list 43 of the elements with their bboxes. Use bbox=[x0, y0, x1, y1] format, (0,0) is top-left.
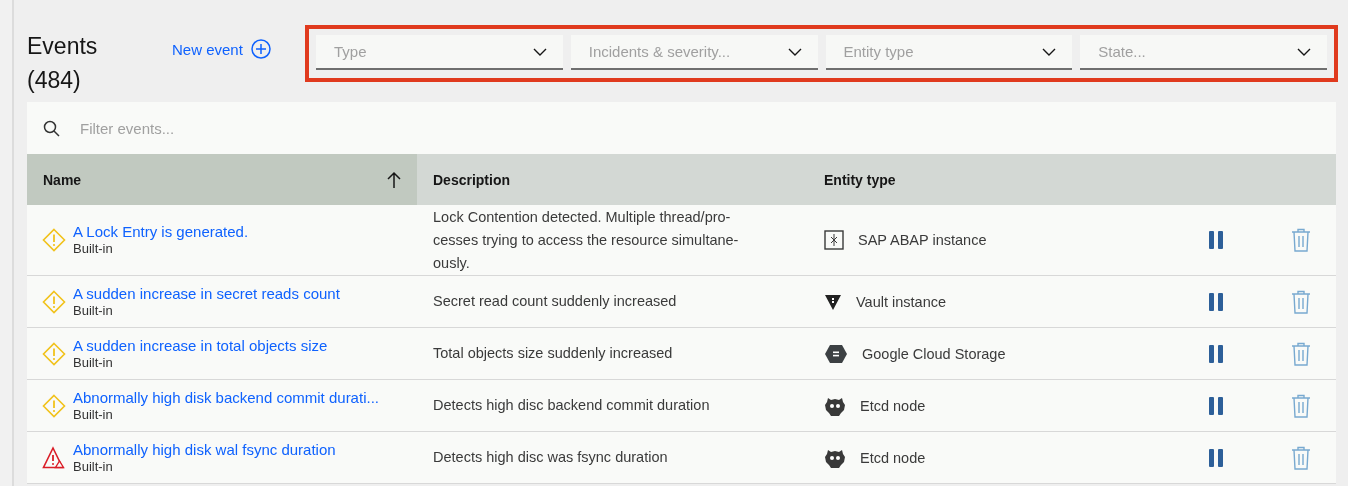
event-link[interactable]: A Lock Entry is generated. bbox=[73, 223, 249, 240]
description-text: Detects high disc was fsync duration bbox=[433, 448, 668, 467]
new-event-button[interactable]: New event bbox=[172, 39, 305, 59]
origin-label: Built-in bbox=[73, 458, 114, 475]
chevron-down-icon bbox=[1297, 47, 1311, 56]
description-text: Detects high disc backend commit duration bbox=[433, 396, 710, 415]
pause-button[interactable] bbox=[1209, 448, 1223, 467]
event-count: (484) bbox=[27, 66, 82, 95]
origin-label: Built-in bbox=[73, 301, 114, 319]
description-text: Secret read count suddenly increased bbox=[433, 292, 677, 311]
entity-type-text: Etcd node bbox=[860, 449, 926, 466]
entity-type-text: Etcd node bbox=[860, 397, 926, 414]
add-icon bbox=[250, 39, 271, 59]
event-link[interactable]: Abnormally high disk backend commit durati... bbox=[73, 388, 379, 406]
column-header[interactable]: Entity type bbox=[808, 154, 1166, 205]
pause-button[interactable] bbox=[1209, 292, 1223, 311]
pause-button[interactable] bbox=[1209, 344, 1223, 363]
event-link[interactable]: Abnormally high disk wal fsync duration bbox=[73, 440, 336, 458]
filter-dropdown[interactable]: Entity type bbox=[825, 35, 1073, 70]
entity-type-text: SAP ABAP instance bbox=[858, 232, 987, 248]
entity-type-text: Google Cloud Storage bbox=[862, 345, 1006, 362]
column-header-blank bbox=[1266, 154, 1336, 205]
description-text: Lock Contention detected. Multiple thread/pro- cesses trying to access the resource simultane- ously. bbox=[433, 207, 739, 273]
search-icon bbox=[43, 119, 60, 137]
pause-button[interactable] bbox=[1209, 231, 1223, 249]
filter-dropdown[interactable]: Incidents & severity... bbox=[570, 35, 818, 70]
page-title: Events bbox=[27, 32, 99, 61]
chevron-down-icon bbox=[787, 47, 802, 56]
chevron-down-icon bbox=[1042, 47, 1057, 56]
description-text: Total objects size suddenly increased bbox=[433, 344, 673, 363]
event-link[interactable]: A sudden increase in secret reads count bbox=[73, 284, 340, 302]
pause-button[interactable] bbox=[1209, 396, 1223, 415]
entity-type-text: Vault instance bbox=[856, 293, 946, 310]
search-field[interactable]: Filter events... bbox=[78, 112, 1336, 144]
event-link[interactable]: A sudden increase in total objects size bbox=[73, 336, 328, 354]
chevron-down-icon bbox=[532, 47, 547, 56]
column-header[interactable]: Description bbox=[417, 154, 808, 205]
origin-label: Built-in bbox=[73, 406, 114, 423]
filter-dropdown[interactable]: State... bbox=[1080, 35, 1327, 70]
origin-label: Built-in bbox=[73, 240, 114, 257]
origin-label: Built-in bbox=[73, 353, 114, 371]
sort-arrow-icon bbox=[387, 170, 401, 189]
column-header[interactable]: Name bbox=[27, 154, 417, 205]
